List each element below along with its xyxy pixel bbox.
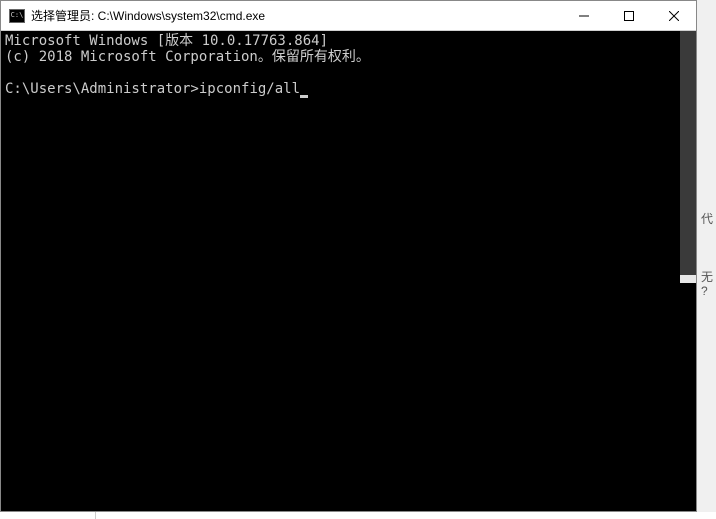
terminal-line-1: Microsoft Windows [版本 10.0.17763.864] <box>5 33 328 49</box>
window-title: 选择管理员: C:\Windows\system32\cmd.exe <box>31 7 561 24</box>
terminal-command: ipconfig/all <box>199 81 300 97</box>
close-button[interactable] <box>651 1 696 30</box>
titlebar[interactable]: C:\ 选择管理员: C:\Windows\system32\cmd.exe <box>1 1 696 31</box>
terminal-content: Microsoft Windows [版本 10.0.17763.864] (c… <box>1 31 696 99</box>
bottom-strip <box>0 512 716 519</box>
cmd-icon: C:\ <box>9 9 25 23</box>
background-text-1: 代 <box>701 210 713 227</box>
terminal-area[interactable]: Microsoft Windows [版本 10.0.17763.864] (c… <box>1 31 696 511</box>
terminal-prompt: C:\Users\Administrator> <box>5 81 199 97</box>
maximize-button[interactable] <box>606 1 651 30</box>
scrollbar-track[interactable] <box>680 31 696 511</box>
cursor <box>300 95 308 98</box>
terminal-line-2: (c) 2018 Microsoft Corporation。保留所有权利。 <box>5 49 370 65</box>
scrollbar-marker <box>680 275 696 283</box>
scrollbar-thumb[interactable] <box>680 31 696 275</box>
window-controls <box>561 1 696 30</box>
bottom-divider <box>95 512 96 519</box>
background-text-2: 无? <box>701 270 713 298</box>
minimize-button[interactable] <box>561 1 606 30</box>
cmd-window: C:\ 选择管理员: C:\Windows\system32\cmd.exe M… <box>0 0 697 512</box>
